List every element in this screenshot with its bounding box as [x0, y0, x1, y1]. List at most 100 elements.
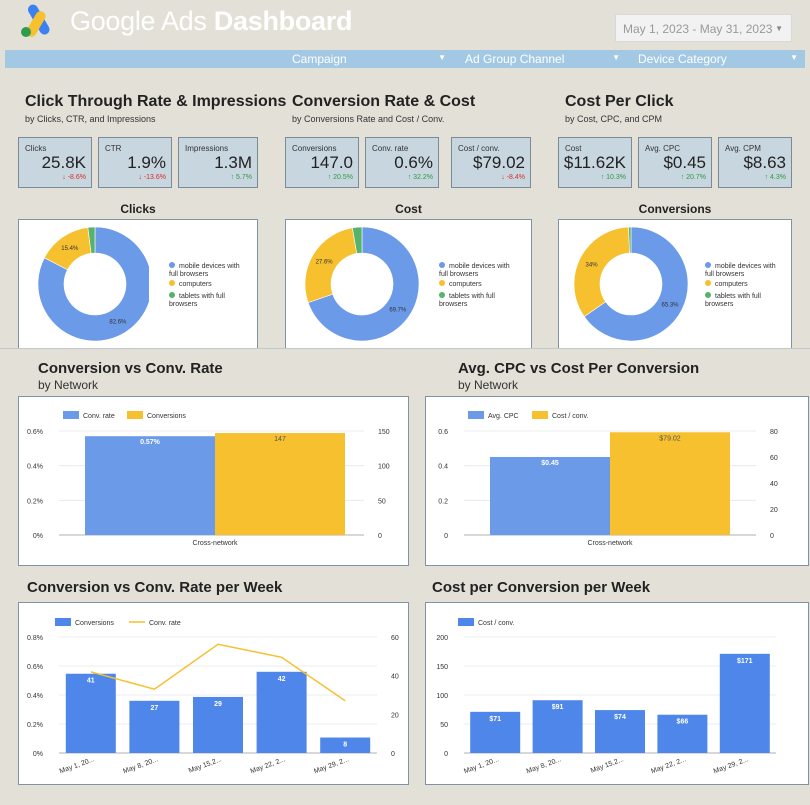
kpi-value: $11.62K	[563, 153, 626, 172]
y-tick-right: 60	[770, 455, 778, 462]
chart-panel-cpc-vs-cost: Avg. CPC Cost / conv. 0 0.2 0.4 0.6 0 20 40 60 80 $…	[425, 396, 809, 566]
kpi-delta: ↑ 20.7%	[680, 174, 706, 181]
legend-label-conversions[interactable]: Conversions	[75, 620, 114, 627]
section-title-week1: Conversion vs Conv. Rate per Week	[27, 579, 283, 596]
legend-swatch	[169, 292, 175, 298]
date-range-value: May 1, 2023 - May 31, 2023	[623, 22, 773, 36]
legend-item-tablets-with-full-browsers[interactable]: tablets with full browsers	[439, 292, 519, 309]
kpi-delta: ↑ 32.2%	[407, 174, 433, 181]
section-title-ctr: Click Through Rate & Impressions	[25, 93, 287, 110]
bar-chart-week-conv: Conversions Conv. rate 0% 0.2% 0.4% 0.6% 0.8% 0…	[27, 618, 399, 775]
legend-item-mobile-devices-with-full-browsers[interactable]: mobile devices with full browsers	[705, 262, 785, 279]
data-label: 29	[214, 701, 222, 708]
legend-item-tablets-with-full-browsers[interactable]: tablets with full browsers	[705, 292, 785, 309]
kpi-value: 25.8K	[41, 153, 86, 172]
filter-label: Campaign	[292, 52, 347, 66]
donut-slice-label: 65.3%	[662, 302, 680, 308]
legend-label: tablets with full browsers	[169, 293, 225, 308]
filter-ad-group-channel[interactable]: Ad Group Channel ▼	[465, 52, 620, 66]
kpi-card-ctr: CTR 1.9% ↓ -13.6%	[98, 137, 172, 188]
y-tick-left: 0.4%	[27, 693, 43, 700]
y-tick-left: 0.2	[438, 498, 448, 505]
y-tick-left: 0%	[33, 751, 43, 758]
kpi-delta: ↑ 4.3%	[764, 174, 786, 181]
kpi-delta: ↓ -8.6%	[62, 174, 86, 181]
legend-item-computers[interactable]: computers	[705, 280, 785, 289]
legend-item-mobile-devices-with-full-browsers[interactable]: mobile devices with full browsers	[439, 262, 519, 279]
chart-title-cost: Cost	[395, 202, 422, 216]
x-tick: May 29, 2...	[713, 756, 750, 775]
data-label: $0.45	[541, 460, 559, 467]
legend-label: computers	[179, 281, 212, 288]
y-tick-left: 50	[440, 722, 448, 729]
y-tick-right: 40	[770, 481, 778, 488]
y-tick-left: 0	[444, 751, 448, 758]
kpi-label: Avg. CPM	[725, 144, 761, 153]
donut-slice-computers[interactable]	[573, 226, 630, 318]
kpi-card-cost-per-conv: Cost / conv. $79.02 ↓ -8.4%	[451, 137, 531, 188]
date-range-picker[interactable]: May 1, 2023 - May 31, 2023 ▼	[615, 14, 792, 42]
donut-chart-conversions: 65.3% 34%	[573, 226, 689, 342]
chevron-down-icon: ▼	[775, 24, 783, 33]
section-subtitle-bar2: by Network	[458, 378, 519, 392]
donut-slice-label: 69.7%	[389, 308, 407, 314]
bar-conversions-week[interactable]	[65, 673, 116, 753]
legend-label-cost-conv[interactable]: Cost / conv.	[552, 413, 588, 420]
bar-conv-rate[interactable]	[85, 436, 215, 535]
chart-title-clicks: Clicks	[120, 202, 156, 216]
legend-item-computers[interactable]: computers	[439, 280, 519, 289]
chart-panel-conv-vs-rate: Conv. rate Conversions 0% 0.2% 0.4% 0.6% 0 50 10…	[18, 396, 409, 566]
y-tick-left: 0.8%	[27, 635, 43, 642]
google-ads-logo	[21, 4, 50, 37]
data-label: $74	[614, 714, 626, 721]
y-tick-left: 0.6%	[27, 664, 43, 671]
legend-swatch	[169, 262, 175, 268]
x-tick: May 15,2...	[590, 756, 625, 774]
filter-label: Ad Group Channel	[465, 52, 565, 66]
x-tick: May 1, 20...	[59, 756, 96, 775]
legend-swatch	[705, 280, 711, 286]
kpi-value: $8.63	[743, 153, 786, 172]
y-tick-right: 80	[770, 429, 778, 436]
bar-conversions-week[interactable]	[256, 671, 307, 753]
kpi-card-cost: Cost $11.62K ↑ 10.3%	[558, 137, 632, 188]
chevron-down-icon: ▼	[790, 53, 798, 62]
bar-cost-per-conv-week[interactable]	[719, 653, 770, 753]
bar-conversions[interactable]	[215, 433, 345, 535]
legend-label-avg-cpc[interactable]: Avg. CPC	[488, 413, 519, 420]
kpi-value: 1.3M	[214, 153, 252, 172]
x-tick: May 22, 2...	[650, 756, 687, 775]
page-title: Google Ads Dashboard	[70, 6, 353, 36]
legend-label-conv-rate[interactable]: Conv. rate	[149, 620, 181, 627]
bar-cost-conv[interactable]	[610, 432, 730, 535]
section-title-cpc: Cost Per Click	[565, 93, 674, 110]
legend-label-conversions[interactable]: Conversions	[147, 413, 186, 420]
y-tick-left: 0%	[33, 533, 43, 540]
y-tick-right: 100	[378, 464, 390, 471]
kpi-label: Clicks	[25, 144, 47, 153]
legend-label-conv-rate[interactable]: Conv. rate	[83, 413, 115, 420]
bar-chart-conv-vs-rate: Conv. rate Conversions 0% 0.2% 0.4% 0.6% 0 50 10…	[27, 411, 390, 547]
legend-label: mobile devices with full browsers	[439, 263, 510, 278]
legend-label: tablets with full browsers	[705, 293, 761, 308]
x-tick: Cross-network	[587, 540, 633, 547]
kpi-label: CTR	[105, 144, 122, 153]
kpi-delta: ↓ -13.6%	[138, 174, 166, 181]
x-tick: May 15,2...	[188, 756, 223, 774]
legend-item-tablets-with-full-browsers[interactable]: tablets with full browsers	[169, 292, 249, 309]
chevron-down-icon: ▼	[612, 53, 620, 62]
legend-item-mobile-devices-with-full-browsers[interactable]: mobile devices with full browsers	[169, 262, 249, 279]
x-tick: May 22, 2...	[250, 756, 287, 775]
legend-item-computers[interactable]: computers	[169, 280, 249, 289]
data-label: 41	[87, 678, 95, 685]
y-tick-left: 100	[436, 693, 448, 700]
kpi-value: 147.0	[310, 153, 353, 172]
donut-slice-label: 15.4%	[61, 246, 79, 252]
bar-avg-cpc[interactable]	[490, 457, 610, 535]
data-label: $66	[677, 719, 689, 726]
legend-label-cost-conv[interactable]: Cost / conv.	[478, 620, 514, 627]
filter-campaign[interactable]: Campaign ▼	[292, 52, 446, 66]
line-conv-rate[interactable]	[90, 643, 346, 702]
kpi-label: Conv. rate	[372, 144, 409, 153]
filter-device-category[interactable]: Device Category ▼	[638, 52, 798, 66]
